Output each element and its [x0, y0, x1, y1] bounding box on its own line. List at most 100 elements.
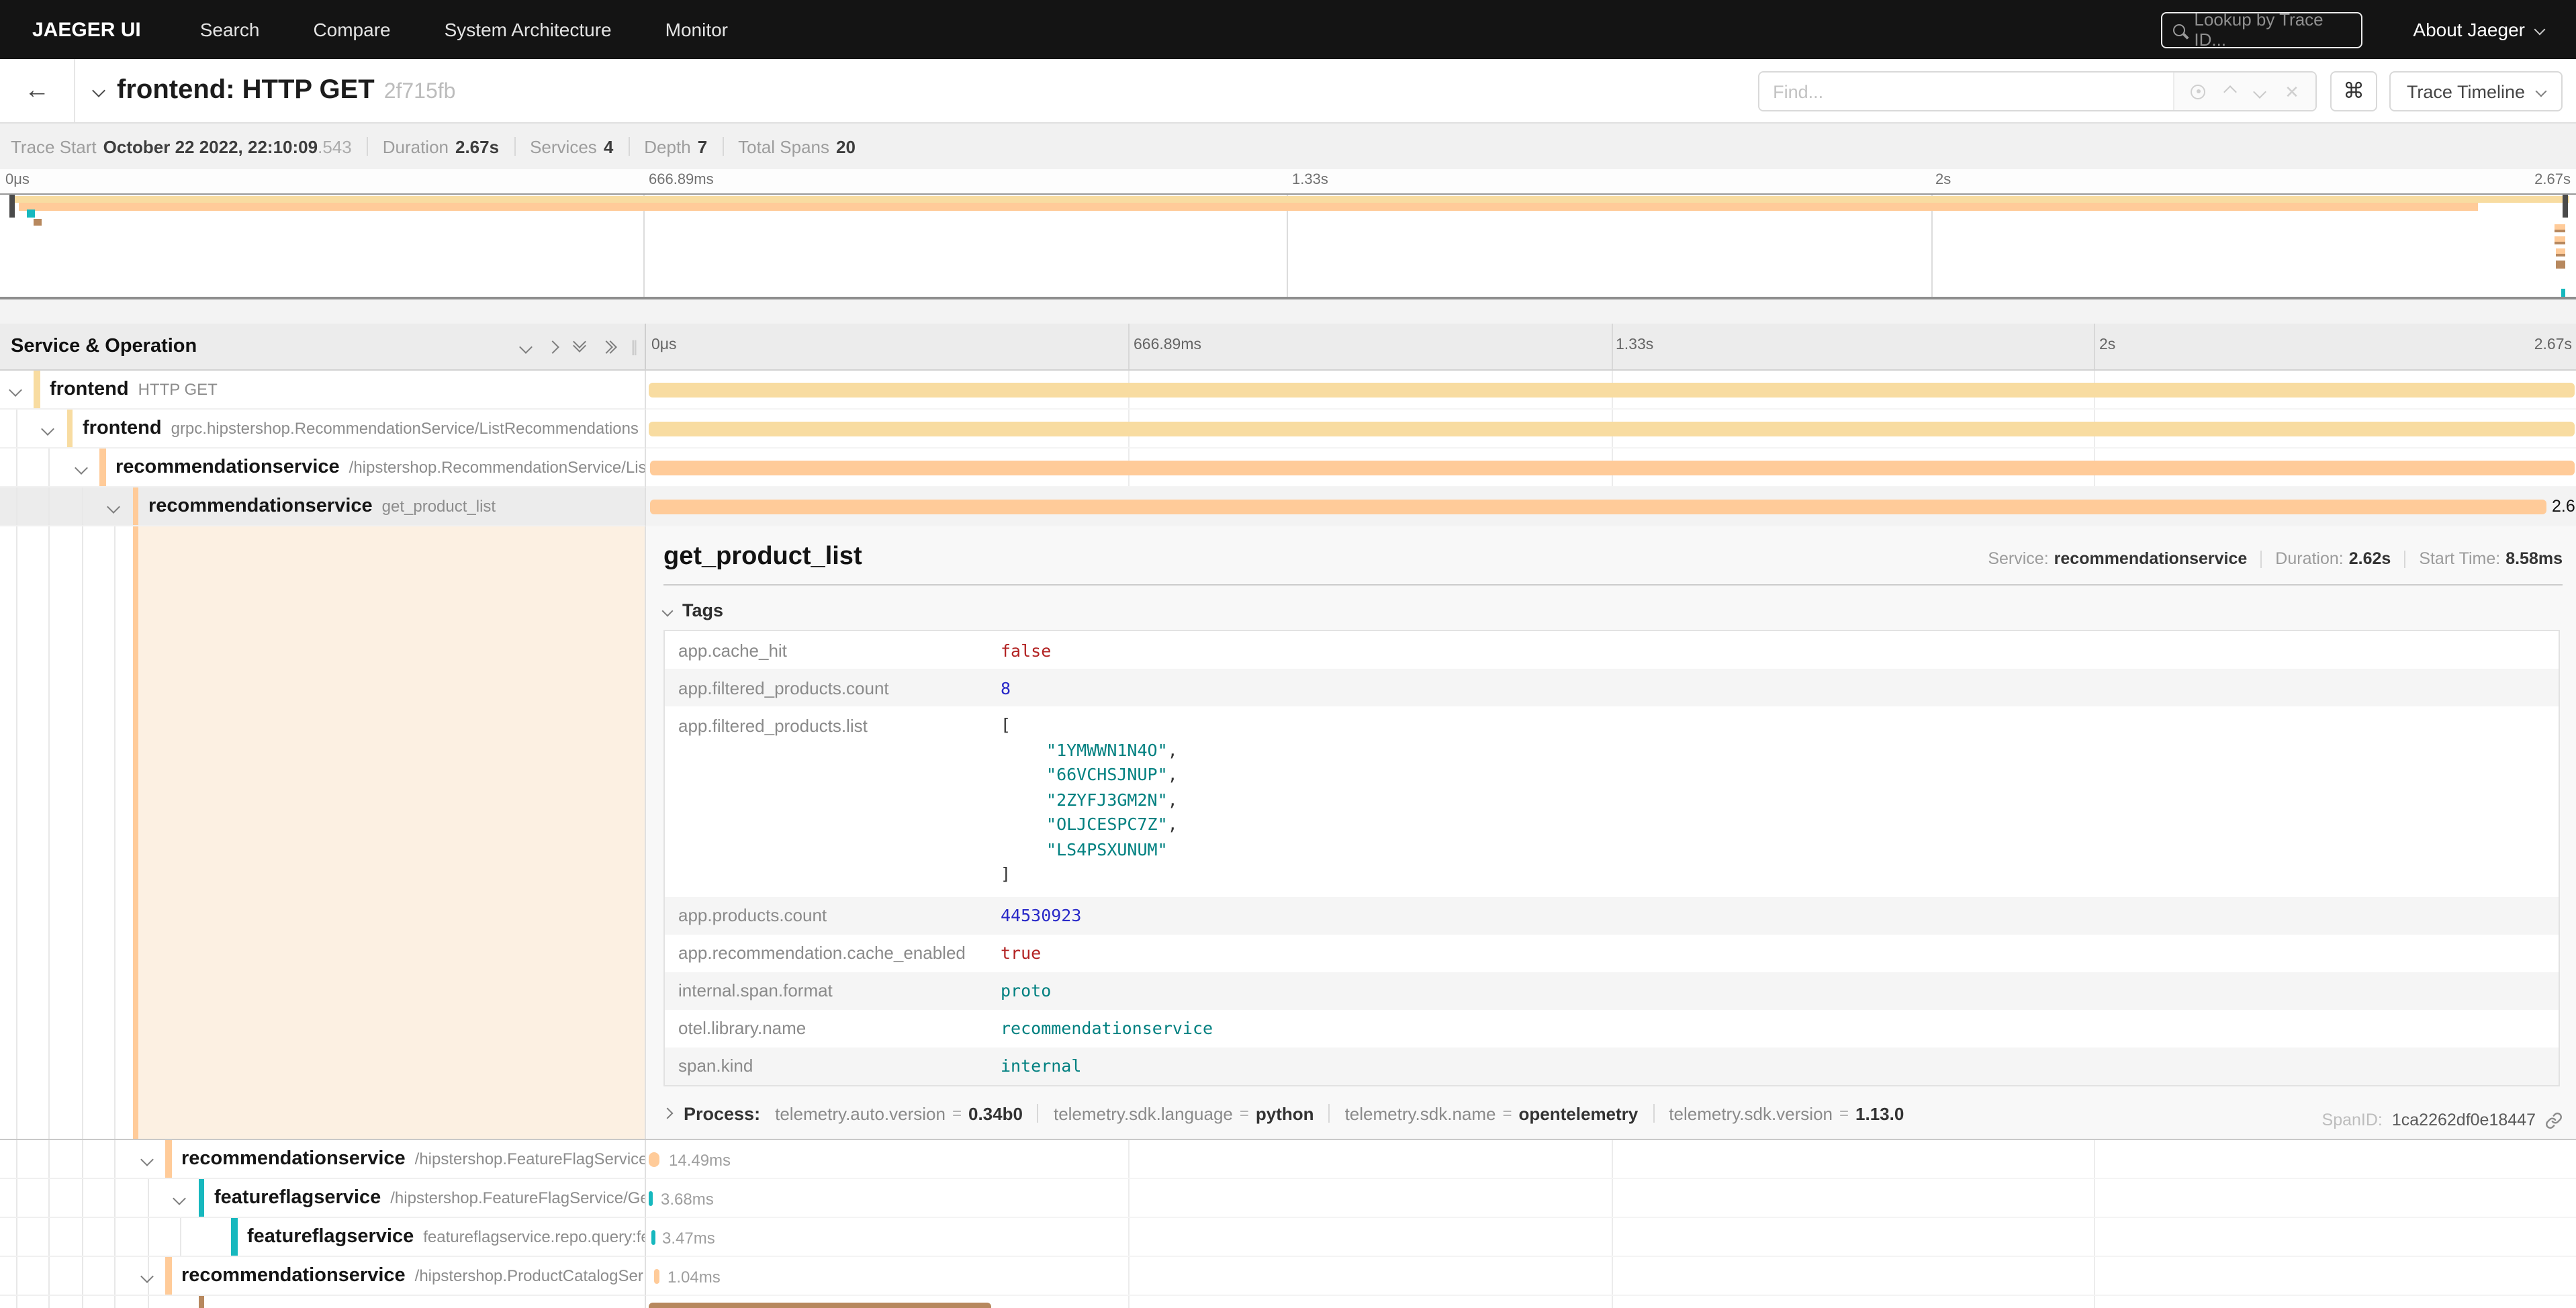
- start-time-label: Start Time:: [2419, 549, 2500, 568]
- next-match-icon[interactable]: [2253, 85, 2266, 98]
- clear-find-icon[interactable]: ✕: [2285, 83, 2299, 100]
- trace-lookup-placeholder: Lookup by Trace ID...: [2194, 9, 2350, 50]
- span-row: featureflagservice/hipstershop.FeatureFl…: [0, 1179, 2576, 1218]
- span-bar-cell[interactable]: [646, 410, 2576, 449]
- trace-lookup-input[interactable]: Lookup by Trace ID...: [2160, 11, 2362, 48]
- operation-name: /hipstershop.RecommendationService/Lis…: [349, 458, 646, 477]
- service-name: recommendationservice: [116, 457, 340, 478]
- trace-title: frontend: HTTP GET2f715fb: [117, 75, 455, 106]
- trace-minimap[interactable]: [0, 193, 2576, 299]
- product-id: LS4PSXUNUM: [1046, 839, 1168, 859]
- span-name-cell[interactable]: recommendationservice/hipstershop.Featur…: [0, 1140, 646, 1179]
- brand-logo[interactable]: JAEGER UI: [32, 18, 141, 41]
- column-resizer-handle[interactable]: ∥: [631, 338, 639, 355]
- minimap-span-bar: [2556, 248, 2565, 256]
- span-name-cell[interactable]: recommendationservice/hipstershop.Produc…: [0, 1257, 646, 1296]
- nav-item-system-architecture[interactable]: System Architecture: [445, 19, 612, 40]
- collapse-one-icon[interactable]: [519, 340, 533, 353]
- minimap-span-bar: [2555, 236, 2565, 244]
- minimap-gap: [0, 299, 2576, 324]
- collapse-span-icon[interactable]: [74, 461, 87, 475]
- span-name-cell[interactable]: frontendgrpc.hipstershop.RecommendationS…: [0, 410, 646, 449]
- trace-id-short: 2f715fb: [384, 81, 456, 103]
- find-input[interactable]: [1759, 73, 2173, 110]
- duration-label: Duration:: [2275, 549, 2343, 568]
- process-accordion-toggle[interactable]: Process: telemetry.auto.version=0.34b0 t…: [663, 1103, 2563, 1123]
- span-name-cell[interactable]: recommendationserviceget_product_list: [0, 487, 646, 526]
- span-name-cell[interactable]: recommendationservice/hipstershop.Recomm…: [0, 449, 646, 487]
- span-name-cell[interactable]: featureflagservicefeatureflagservice.rep…: [0, 1218, 646, 1257]
- tag-row: app.filtered_products.count 8: [665, 669, 2559, 706]
- tag-value: proto: [1001, 980, 1051, 1000]
- tag-row: app.recommendation.cache_enabled true: [665, 934, 2559, 972]
- chevron-right-icon: [662, 1108, 674, 1119]
- about-jaeger-menu[interactable]: About Jaeger: [2413, 19, 2544, 40]
- span-duration-bar[interactable]: [649, 422, 2575, 436]
- keyboard-shortcuts-button[interactable]: ⌘: [2330, 71, 2377, 111]
- span-name-cell[interactable]: featureflagservice/hipstershop.FeatureFl…: [0, 1179, 646, 1218]
- service-color-bar: [165, 1257, 171, 1295]
- deep-link-icon[interactable]: [2545, 1111, 2563, 1129]
- process-value: 1.13.0: [1855, 1103, 1904, 1123]
- span-bar-cell[interactable]: 1.04ms: [646, 1257, 2576, 1296]
- minimap-left-handle[interactable]: [9, 195, 14, 218]
- span-duration-bar[interactable]: [649, 383, 2575, 398]
- span-bar-cell[interactable]: 3.47ms: [646, 1218, 2576, 1257]
- prev-match-icon[interactable]: [2223, 85, 2237, 98]
- collapse-span-icon[interactable]: [8, 383, 21, 397]
- tag-row: internal.span.format proto: [665, 972, 2559, 1009]
- minimap-tick: 0μs: [5, 172, 30, 188]
- span-bar-cell[interactable]: 14.49ms: [646, 1140, 2576, 1179]
- tags-accordion-toggle[interactable]: Tags: [663, 600, 2563, 620]
- service-name: frontend: [83, 418, 162, 439]
- collapse-all-icon[interactable]: [575, 342, 584, 351]
- trace-view-selector[interactable]: Trace Timeline: [2389, 71, 2563, 111]
- collapse-span-icon[interactable]: [140, 1270, 153, 1283]
- collapse-span-icon[interactable]: [107, 500, 120, 514]
- service-color-bar: [66, 410, 73, 447]
- expand-one-icon[interactable]: [546, 340, 559, 353]
- span-bar-cell[interactable]: 2.62s: [646, 487, 2576, 526]
- span-bar-cell[interactable]: [646, 449, 2576, 487]
- collapse-span-icon[interactable]: [173, 1192, 186, 1205]
- depth-label: Depth: [644, 136, 690, 156]
- tag-key: span.kind: [665, 1056, 1001, 1076]
- minimap-right-handle[interactable]: [2563, 195, 2567, 218]
- span-duration-bar[interactable]: [654, 1269, 659, 1284]
- span-duration-bar[interactable]: [651, 1230, 655, 1245]
- nav-item-search[interactable]: Search: [200, 19, 260, 40]
- span-bar-cell[interactable]: [646, 371, 2576, 410]
- duration-label: Duration: [383, 136, 449, 156]
- span-duration-bar[interactable]: [649, 461, 2574, 475]
- span-duration-bar[interactable]: [649, 500, 2546, 514]
- collapse-span-icon[interactable]: [140, 1153, 153, 1166]
- service-name: featureflagservice: [247, 1226, 414, 1248]
- trace-start-ms: .543: [318, 136, 352, 156]
- timeline-tick: 1.33s: [1616, 337, 1653, 353]
- focus-match-icon[interactable]: [2191, 84, 2205, 99]
- span-duration-bar[interactable]: [649, 1191, 653, 1206]
- span-name-cell[interactable]: [0, 1296, 646, 1308]
- tag-key: app.cache_hit: [665, 640, 1001, 660]
- service-name: recommendationservice: [181, 1265, 406, 1287]
- span-duration-bar[interactable]: [649, 1303, 991, 1308]
- span-bar-cell[interactable]: 3.68ms: [646, 1179, 2576, 1218]
- nav-item-compare[interactable]: Compare: [313, 19, 390, 40]
- minimap-tick: 2s: [1935, 172, 1951, 188]
- nav-item-monitor[interactable]: Monitor: [665, 19, 728, 40]
- back-button[interactable]: ←: [0, 59, 75, 122]
- tag-key: app.filtered_products.count: [665, 678, 1001, 698]
- service-color-bar: [231, 1218, 237, 1256]
- collapse-span-icon[interactable]: [41, 422, 54, 436]
- span-duration-bar[interactable]: [649, 1152, 659, 1167]
- tag-value: false: [1001, 640, 1051, 660]
- minimap-tick: 666.89ms: [649, 172, 714, 188]
- span-bar-cell[interactable]: [646, 1296, 2576, 1308]
- chevron-down-icon: [2536, 86, 2547, 97]
- trace-header: ← frontend: HTTP GET2f715fb ✕ ⌘ Trace Ti…: [0, 59, 2576, 124]
- service-color-bar: [165, 1140, 171, 1178]
- expand-all-icon[interactable]: [602, 342, 615, 351]
- minimap-span-bar: [2556, 261, 2565, 269]
- collapse-trace-header-icon[interactable]: [92, 84, 105, 97]
- span-name-cell[interactable]: frontendHTTP GET: [0, 371, 646, 410]
